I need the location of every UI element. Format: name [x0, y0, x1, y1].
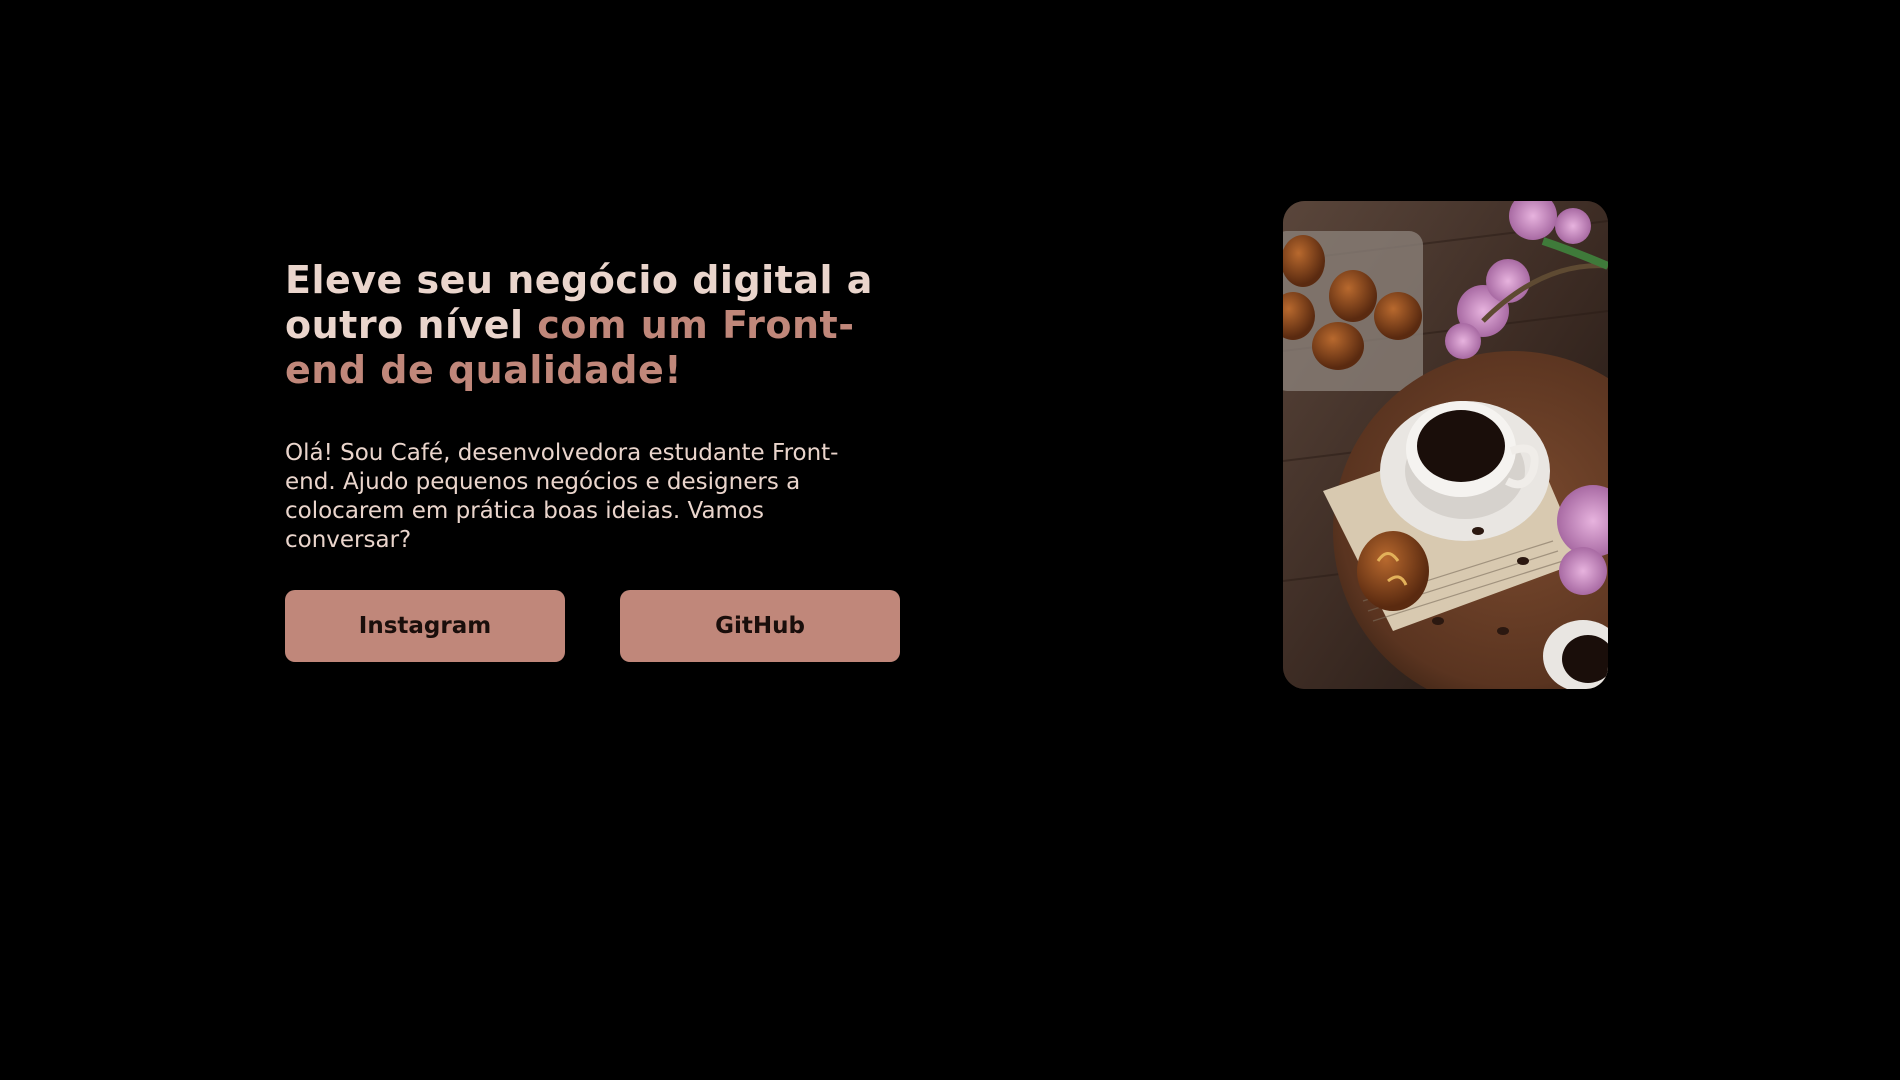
- coffee: [1417, 410, 1505, 482]
- decorated-egg: [1357, 531, 1429, 611]
- headline: Eleve seu negócio digital a outro nível …: [285, 258, 925, 393]
- intro-paragraph: Olá! Sou Café, desenvolvedora estudante …: [285, 440, 839, 553]
- hero-section: Eleve seu negócio digital a outro nível …: [285, 258, 925, 555]
- social-buttons: Instagram GitHub: [285, 590, 900, 662]
- hero-photo: [1283, 201, 1608, 689]
- instagram-button[interactable]: Instagram: [285, 590, 565, 662]
- coffee-photo-illustration: [1283, 201, 1608, 689]
- github-button[interactable]: GitHub: [620, 590, 900, 662]
